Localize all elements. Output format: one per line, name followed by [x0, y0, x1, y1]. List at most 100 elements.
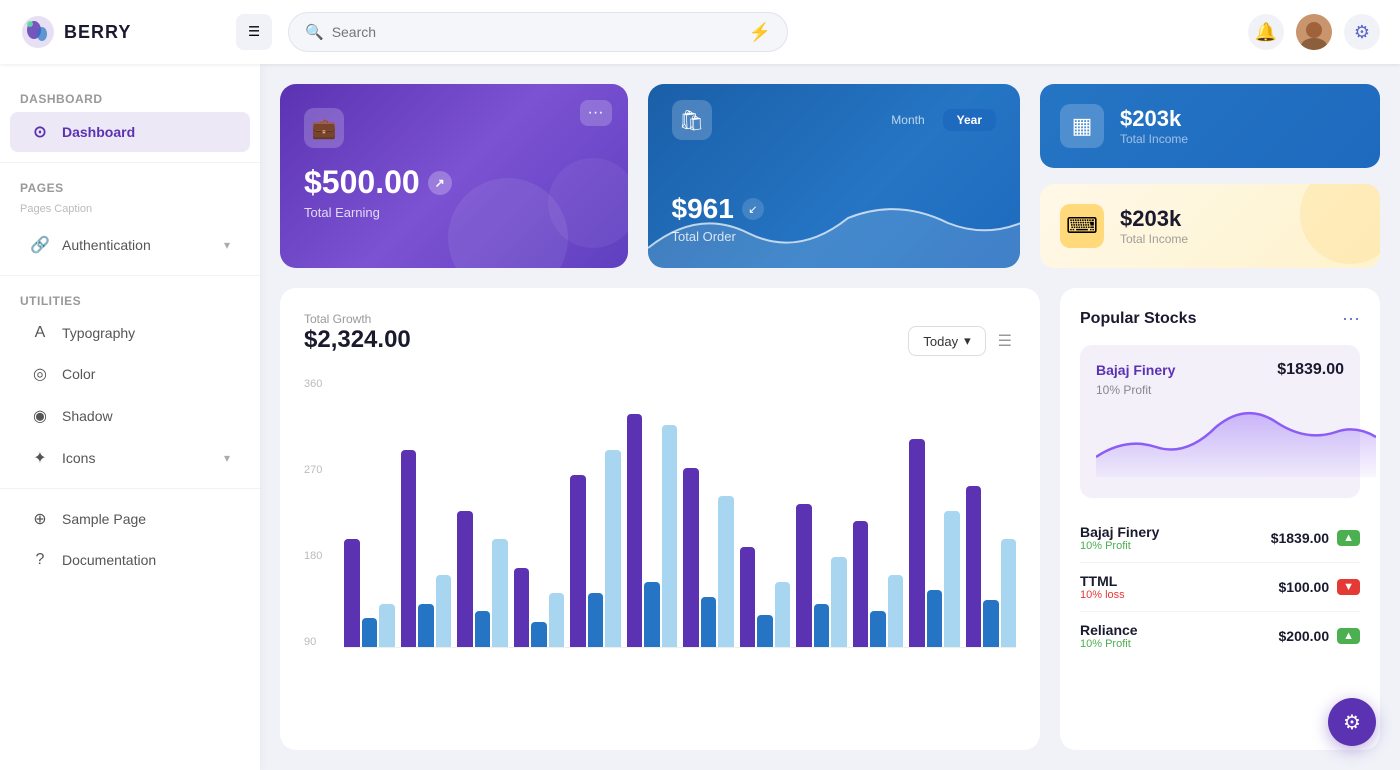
logo-area: BERRY [20, 14, 220, 50]
bar-blue [531, 622, 547, 647]
bar-purple [344, 539, 360, 647]
sidebar-item-docs-label: Documentation [62, 552, 156, 568]
bar-group [853, 378, 904, 647]
bar-light [944, 511, 960, 647]
sidebar-section-utilities: Utilities [0, 286, 260, 312]
sidebar-item-sample-page[interactable]: ⊕ Sample Page [10, 499, 250, 539]
shadow-icon: ◉ [30, 406, 50, 426]
stock-info: Reliance10% Profit [1080, 622, 1138, 650]
auth-icon: 🔗 [30, 235, 50, 255]
bar-group [401, 378, 452, 647]
settings-button[interactable]: ⚙ [1344, 14, 1380, 50]
sidebar-item-shadow-label: Shadow [62, 408, 113, 424]
chart-menu-button[interactable]: ☰ [994, 327, 1016, 355]
income-yellow-amount: $203k [1120, 206, 1188, 232]
stock-name: Bajaj Finery [1080, 524, 1159, 540]
stock-profit: 10% Profit [1080, 638, 1138, 650]
growth-title: Total Growth [304, 312, 411, 326]
notification-button[interactable]: 🔔 [1248, 14, 1284, 50]
stock-price: $100.00 [1279, 579, 1330, 595]
sidebar-item-shadow[interactable]: ◉ Shadow [10, 396, 250, 436]
menu-icon: ☰ [248, 24, 260, 40]
bar-light [662, 425, 678, 647]
sidebar-item-authentication[interactable]: 🔗 Authentication ▾ [10, 225, 250, 265]
growth-amount: $2,324.00 [304, 326, 411, 354]
order-chart [648, 188, 1020, 268]
earning-card: ··· 💼 $500.00 ↗ Total Earning [280, 84, 628, 268]
income-blue-amount: $203k [1120, 106, 1188, 132]
bar-blue [927, 590, 943, 647]
order-card: 🛍 Month Year $961 ↙ Total Order [648, 84, 1020, 268]
bar-blue [644, 582, 660, 647]
dropdown-icon: ▾ [964, 333, 971, 349]
earning-arrow-icon: ↗ [428, 171, 452, 195]
bar-light [1001, 539, 1017, 647]
bar-light [718, 496, 734, 647]
stocks-title: Popular Stocks [1080, 310, 1196, 328]
sidebar-item-typography[interactable]: A Typography [10, 314, 250, 352]
earning-card-more-button[interactable]: ··· [580, 100, 612, 126]
bar-blue [757, 615, 773, 647]
today-button[interactable]: Today ▾ [908, 326, 985, 356]
stock-right: $200.00▲ [1279, 628, 1361, 644]
bar-blue [418, 604, 434, 647]
bar-light [888, 575, 904, 647]
bar-purple [401, 450, 417, 647]
sidebar-item-color[interactable]: ◎ Color [10, 354, 250, 394]
bar-light [775, 582, 791, 647]
order-icon: 🛍 [672, 100, 712, 140]
avatar [1296, 14, 1332, 50]
bar-blue [983, 600, 999, 647]
bar-purple [966, 486, 982, 647]
app-name: BERRY [64, 22, 131, 43]
stock-trend-badge: ▲ [1337, 530, 1360, 546]
order-tab-year[interactable]: Year [943, 109, 996, 131]
stock-name: Reliance [1080, 622, 1138, 638]
bar-blue [701, 597, 717, 647]
wallet-icon: 💼 [304, 108, 344, 148]
search-input[interactable] [332, 24, 741, 40]
stock-profit: 10% loss [1080, 589, 1125, 601]
icons-icon: ✦ [30, 448, 50, 468]
bar-purple [853, 521, 869, 647]
income-blue-info: $203k Total Income [1120, 106, 1188, 146]
cards-row: ··· 💼 $500.00 ↗ Total Earning 🛍 Month Ye… [280, 84, 1380, 268]
fab-settings-button[interactable]: ⚙ [1328, 698, 1376, 746]
sidebar-item-documentation[interactable]: ? Documentation [10, 541, 250, 579]
order-tab-month[interactable]: Month [877, 109, 938, 131]
search-icon: 🔍 [305, 23, 324, 41]
sidebar-divider-3 [0, 488, 260, 489]
bar-group [344, 378, 395, 647]
income-blue-icon: ▦ [1060, 104, 1104, 148]
stock-list-item: TTML10% loss $100.00 ▼ [1080, 563, 1360, 612]
stocks-more-button[interactable]: ··· [1342, 308, 1360, 329]
notification-icon: 🔔 [1255, 22, 1277, 43]
stock-price: $1839.00 [1271, 530, 1329, 546]
color-icon: ◎ [30, 364, 50, 384]
income-blue-label: Total Income [1120, 132, 1188, 146]
bar-group [514, 378, 565, 647]
stock-name: TTML [1080, 573, 1125, 589]
sidebar-item-dashboard[interactable]: ⊙ Dashboard [10, 112, 250, 152]
y-label-360: 360 [304, 378, 334, 390]
y-axis-labels: 360 270 180 90 [304, 378, 334, 648]
stock-trend-badge: ▼ [1337, 579, 1360, 595]
stock-right: $100.00 ▼ [1279, 579, 1361, 595]
menu-button[interactable]: ☰ [236, 14, 272, 50]
bar-blue [475, 611, 491, 647]
bar-blue [814, 604, 830, 647]
stock-profit: 10% Profit [1080, 540, 1159, 552]
income-yellow-info: $203k Total Income [1120, 206, 1188, 246]
filter-icon[interactable]: ⚡ [749, 22, 771, 43]
bar-group [909, 378, 960, 647]
sidebar-item-color-label: Color [62, 366, 95, 382]
bar-purple [740, 547, 756, 647]
earning-label: Total Earning [304, 205, 604, 220]
bar-light [436, 575, 452, 647]
growth-header: Total Growth $2,324.00 Today ▾ ☰ [304, 312, 1016, 370]
sidebar-item-dashboard-label: Dashboard [62, 124, 135, 140]
sidebar-item-icons[interactable]: ✦ Icons ▾ [10, 438, 250, 478]
stock-list-item: Bajaj Finery10% Profit $1839.00 ▲ [1080, 514, 1360, 563]
stocks-header: Popular Stocks ··· [1080, 308, 1360, 329]
bar-chart-area: 360 270 180 90 [304, 378, 1016, 678]
